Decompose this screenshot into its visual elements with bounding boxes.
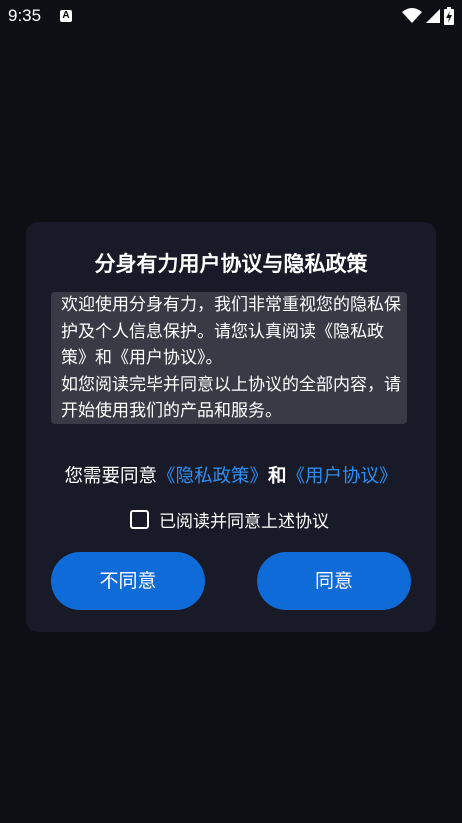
a-icon: A <box>60 10 72 22</box>
battery-charging-icon <box>444 7 454 25</box>
agreement-content-text: 欢迎使用分身有力，我们非常重视您的隐私保护及个人信息保护。请您认真阅读《隐私政策… <box>61 295 401 421</box>
agree-button[interactable]: 同意 <box>257 552 411 610</box>
agreement-dialog: 分身有力用户协议与隐私政策 欢迎使用分身有力，我们非常重视您的隐私保护及个人信息… <box>26 222 436 632</box>
user-agreement-link[interactable]: 《用户协议》 <box>287 466 398 487</box>
dialog-title: 分身有力用户协议与隐私政策 <box>94 252 368 276</box>
agree-checkbox-label[interactable]: 已阅读并同意上述协议 <box>159 507 329 532</box>
status-time: 9:35 <box>8 6 42 25</box>
status-bar: 9:35 A <box>0 0 462 34</box>
agree-statement: 您需要同意《隐私政策》和《用户协议》 <box>26 462 436 488</box>
disagree-button[interactable]: 不同意 <box>51 552 205 610</box>
status-icons <box>402 6 454 26</box>
and-text: 和 <box>268 466 287 487</box>
signal-icon <box>426 9 440 23</box>
agree-checkbox[interactable] <box>130 509 149 529</box>
wifi-icon <box>402 8 422 23</box>
agree-checkbox-row[interactable]: 已阅读并同意上述协议 <box>130 507 329 532</box>
agreement-content-box[interactable]: 欢迎使用分身有力，我们非常重视您的隐私保护及个人信息保护。请您认真阅读《隐私政策… <box>51 292 407 424</box>
agree-prefix: 您需要同意 <box>64 466 157 487</box>
privacy-policy-link[interactable]: 《隐私政策》 <box>157 466 268 487</box>
